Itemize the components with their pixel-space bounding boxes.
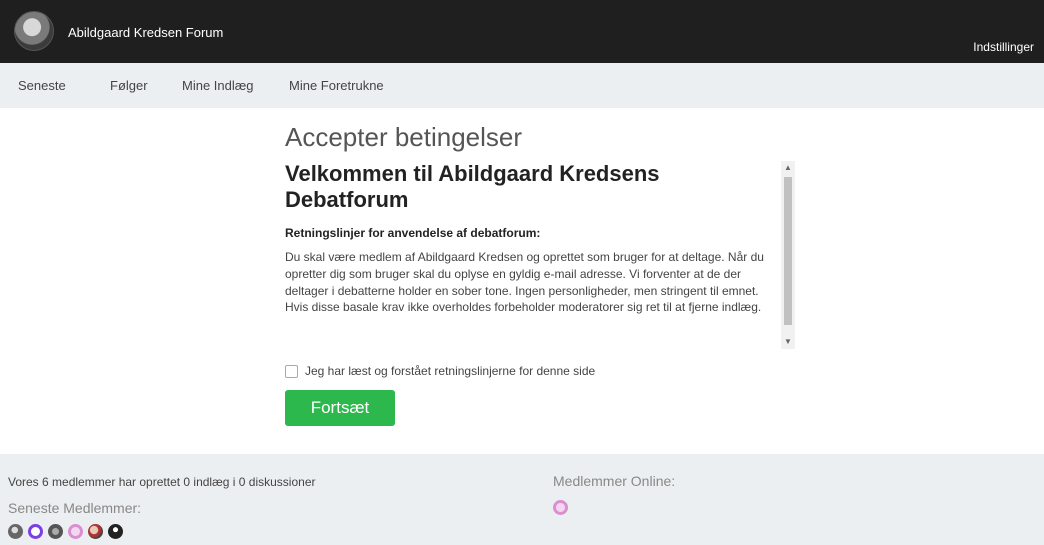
nav-item-my-posts[interactable]: Mine Indlæg xyxy=(182,78,254,94)
footer-panel: Vores 6 medlemmer har oprettet 0 indlæg … xyxy=(0,454,1044,545)
forum-stats: Vores 6 medlemmer har oprettet 0 indlæg … xyxy=(8,475,316,489)
recent-members-list xyxy=(8,524,128,540)
site-title[interactable]: Abildgaard Kredsen Forum xyxy=(68,25,223,41)
member-avatar[interactable] xyxy=(553,500,568,515)
page-title: Accepter betingelser xyxy=(285,122,523,152)
terms-subheading: Retningslinjer for anvendelse af debatfo… xyxy=(285,226,541,240)
agree-checkbox[interactable] xyxy=(285,364,298,378)
online-members-list xyxy=(553,500,573,520)
member-avatar[interactable] xyxy=(88,524,103,539)
terms-body: Du skal være medlem af Abildgaard Kredse… xyxy=(285,250,764,315)
settings-link[interactable]: Indstillinger xyxy=(973,39,1034,55)
member-avatar[interactable] xyxy=(108,524,123,539)
scroll-thumb[interactable] xyxy=(784,177,792,325)
accept-terms-panel: Accepter betingelser Velkommen til Abild… xyxy=(285,121,795,426)
member-avatar[interactable] xyxy=(8,524,23,539)
terms-heading: Velkommen til Abildgaard Kredsens Debatf… xyxy=(285,161,660,212)
forum-logo[interactable] xyxy=(14,11,54,51)
agree-label[interactable]: Jeg har læst og forstået retningslinjern… xyxy=(305,363,595,379)
member-avatar[interactable] xyxy=(28,524,43,539)
member-avatar[interactable] xyxy=(48,524,63,539)
terms-scrollbar[interactable]: ▲ ▼ xyxy=(781,161,795,349)
scroll-down-arrow-icon[interactable]: ▼ xyxy=(781,335,795,349)
nav-item-following[interactable]: Følger xyxy=(110,78,148,94)
nav-item-my-favorites[interactable]: Mine Foretrukne xyxy=(289,78,384,94)
scroll-up-arrow-icon[interactable]: ▲ xyxy=(781,161,795,175)
continue-button[interactable]: Fortsæt xyxy=(285,390,395,426)
nav-item-latest[interactable]: Seneste xyxy=(18,78,66,94)
terms-content: Velkommen til Abildgaard Kredsens Debatf… xyxy=(285,161,780,316)
agree-row: Jeg har læst og forstået retningslinjern… xyxy=(285,363,795,379)
online-members-title: Medlemmer Online: xyxy=(553,473,676,489)
nav-bar: Seneste Følger Mine Indlæg Mine Foretruk… xyxy=(0,63,1044,108)
recent-members-title: Seneste Medlemmer: xyxy=(8,500,142,516)
member-avatar[interactable] xyxy=(68,524,83,539)
top-bar: Abildgaard Kredsen Forum Indstillinger xyxy=(0,0,1044,63)
terms-scroll-box[interactable]: Velkommen til Abildgaard Kredsens Debatf… xyxy=(285,161,795,349)
